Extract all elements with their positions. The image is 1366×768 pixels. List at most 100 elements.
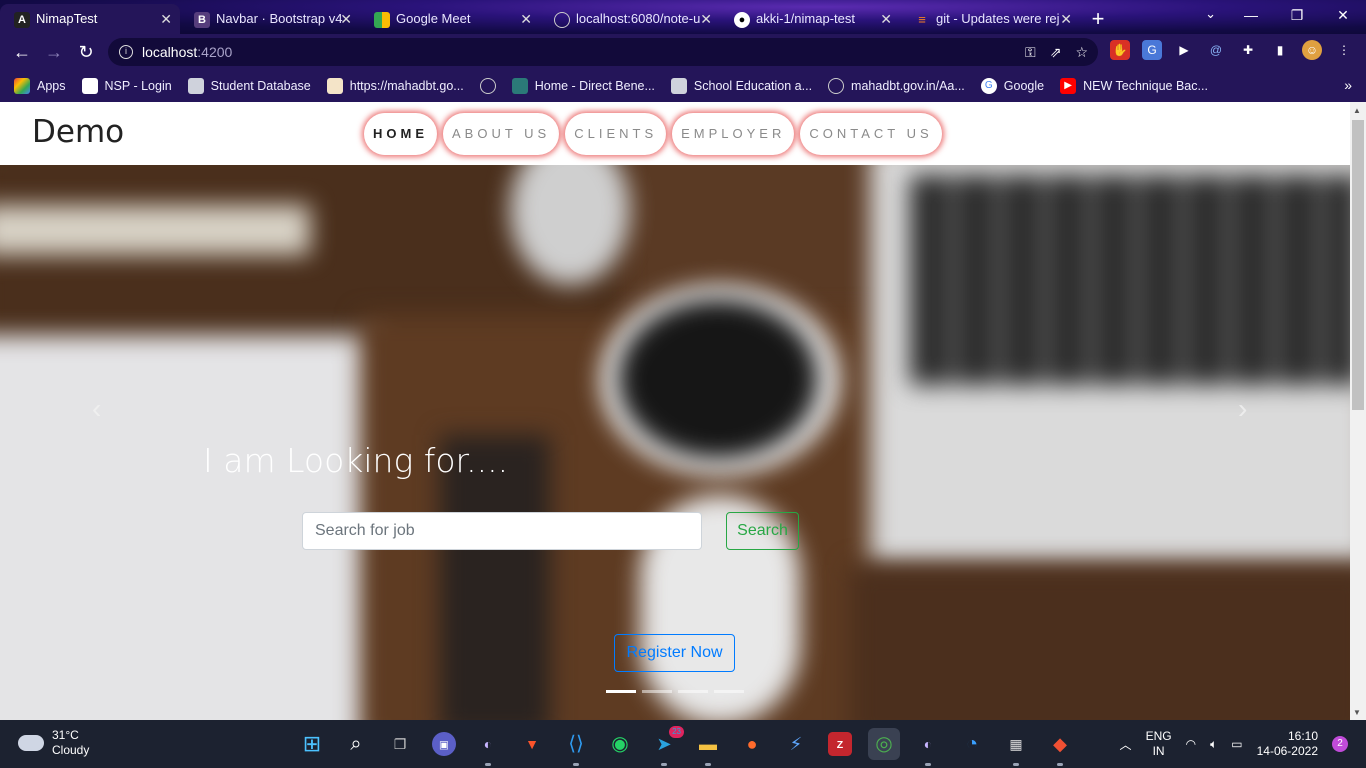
volume-icon[interactable]: 🔈︎ — [1210, 737, 1217, 752]
close-icon[interactable]: ✕ — [1060, 4, 1072, 34]
bookmark-school-education[interactable]: School Education a... — [670, 78, 812, 94]
bookmark-globe[interactable] — [479, 78, 496, 94]
scroll-down-icon[interactable]: ▼ — [1353, 708, 1361, 717]
extension-icon[interactable]: @ — [1206, 40, 1226, 60]
clock[interactable]: 16:10 14-06-2022 — [1257, 729, 1318, 759]
close-window-icon[interactable]: ✕ — [1320, 0, 1366, 34]
nav-contact-us[interactable]: CONTACT US — [800, 113, 942, 155]
play-icon[interactable]: ▶ — [1174, 40, 1194, 60]
new-tab-button[interactable]: + — [1080, 4, 1116, 34]
nav-about-us[interactable]: ABOUT US — [443, 113, 560, 155]
reload-icon[interactable]: ↻ — [70, 42, 102, 63]
carousel-indicator[interactable] — [678, 690, 708, 693]
share-icon[interactable]: ⇗ — [1050, 38, 1062, 66]
postman-icon[interactable]: ● — [736, 728, 768, 760]
meet-icon — [374, 12, 390, 28]
bookmark-direct-benefit[interactable]: Home - Direct Bene... — [511, 78, 655, 94]
avatar[interactable]: ☺ — [1302, 40, 1322, 60]
close-icon[interactable]: ✕ — [340, 4, 352, 34]
close-icon[interactable]: ✕ — [880, 4, 892, 34]
scrollbar-thumb[interactable] — [1352, 120, 1364, 410]
bookmark-mahadbt-aa[interactable]: mahadbt.gov.in/Aa... — [828, 78, 965, 94]
carousel-next-icon[interactable]: › — [1238, 393, 1247, 425]
bookmarks-bar: Apps NSP - Login Student Database https:… — [0, 70, 1366, 102]
tab-navbar-bootstrap[interactable]: B Navbar · Bootstrap v4 ✕ — [180, 4, 360, 34]
bookmark-student-database[interactable]: Student Database — [187, 78, 311, 94]
file-explorer-icon[interactable]: ▬ — [692, 728, 724, 766]
adblock-icon[interactable]: ✋ — [1110, 40, 1130, 60]
search-icon[interactable]: ⌕ — [340, 728, 372, 760]
close-icon[interactable]: ✕ — [520, 4, 532, 34]
bookmark-google[interactable]: G Google — [980, 78, 1044, 94]
tab-search-icon[interactable]: ⌄ — [1205, 6, 1216, 22]
close-icon[interactable]: ✕ — [700, 4, 712, 34]
hero-headline: I am Looking for.... — [203, 441, 509, 480]
weather-widget[interactable]: 31°C Cloudy — [18, 728, 89, 758]
globe-icon — [554, 12, 570, 28]
tab-github[interactable]: ● akki-1/nimap-test ✕ — [720, 4, 900, 34]
battery-icon[interactable]: ▭ — [1231, 737, 1242, 751]
brand-logo[interactable]: Demo — [32, 114, 124, 150]
git-icon[interactable]: ◆ — [1044, 728, 1076, 766]
filezilla-icon[interactable]: Z — [828, 732, 852, 756]
tab-localhost-6080[interactable]: localhost:6080/note-u ✕ — [540, 4, 720, 34]
job-search-input[interactable] — [302, 512, 702, 550]
minimize-icon[interactable]: — — [1228, 0, 1274, 34]
chrome-icon[interactable]: ◎ — [868, 728, 900, 760]
windows-start-icon[interactable]: ⊞ — [296, 728, 328, 760]
page-scrollbar[interactable]: ▲ ▼ — [1350, 102, 1366, 720]
whatsapp-icon[interactable]: ◉ — [604, 728, 636, 760]
nav-employer[interactable]: EMPLOYER — [672, 113, 795, 155]
back-icon[interactable]: ← — [6, 42, 38, 63]
coffee-image — [618, 299, 818, 459]
site-info-icon[interactable]: i — [119, 45, 133, 59]
language-indicator[interactable]: ENG IN — [1146, 729, 1172, 759]
nav-home[interactable]: HOME — [364, 113, 437, 155]
tab-title: git - Updates were rej — [936, 11, 1060, 26]
telegram-icon[interactable]: ➤ 23 — [648, 726, 684, 766]
carousel-indicator[interactable] — [642, 690, 672, 693]
carousel-indicator[interactable] — [606, 690, 636, 693]
edge-icon[interactable]: ◔ — [956, 728, 988, 760]
tab-nimaptest[interactable]: A NimapTest ✕ — [0, 4, 180, 34]
vscode-icon[interactable]: ⟨⟩ — [560, 728, 592, 766]
carousel-prev-icon[interactable]: ‹ — [92, 393, 101, 425]
wifi-icon[interactable]: ◠ — [1186, 737, 1196, 751]
scroll-up-icon[interactable]: ▲ — [1353, 106, 1361, 115]
taskbar: 31°C Cloudy ⊞ ⌕ ❐ ▣ ◐ ▼ ⟨⟩ ◉ ➤ 23 ▬ ● ⚡ Z… — [0, 720, 1366, 768]
calendar-icon[interactable]: ▦ — [1000, 728, 1032, 766]
carousel-indicator[interactable] — [714, 690, 744, 693]
chevron-right-icon[interactable]: » — [1344, 77, 1352, 93]
bookmark-youtube[interactable]: ▶ NEW Technique Bac... — [1060, 78, 1208, 94]
bookmark-nsp-login[interactable]: NSP - Login — [81, 78, 172, 94]
nav-clients[interactable]: CLIENTS — [565, 113, 667, 155]
translate-icon[interactable]: G — [1142, 40, 1162, 60]
eclipse-icon-2[interactable]: ◐ — [912, 728, 944, 766]
puzzle-icon[interactable]: ✚ — [1238, 40, 1258, 60]
window-controls: — ❐ ✕ — [1228, 0, 1366, 34]
globe-icon — [479, 78, 496, 94]
forward-icon[interactable]: → — [38, 42, 70, 63]
close-icon[interactable]: ✕ — [160, 4, 172, 34]
register-now-button[interactable]: Register Now — [614, 634, 735, 672]
image-icon — [326, 78, 343, 94]
desk-corner — [850, 565, 1350, 720]
star-icon[interactable]: ☆ — [1075, 38, 1088, 66]
task-view-icon[interactable]: ❐ — [384, 728, 416, 760]
bookmark-mahadbt[interactable]: https://mahadbt.go... — [326, 78, 464, 94]
chevron-up-icon[interactable]: ︿ — [1120, 736, 1132, 753]
notification-badge[interactable]: 2 — [1332, 736, 1348, 752]
chat-icon[interactable]: ▣ — [432, 732, 456, 756]
eclipse-icon[interactable]: ◐ — [472, 728, 504, 766]
tab-stackoverflow[interactable]: ≡ git - Updates were rej ✕ — [900, 4, 1080, 34]
key-icon[interactable]: ⚿ — [1025, 38, 1036, 66]
search-button[interactable]: Search — [726, 512, 799, 550]
bookmark-apps[interactable]: Apps — [14, 78, 66, 94]
url-bar[interactable]: i localhost:4200 ⚿ ⇗ ☆ — [108, 38, 1098, 66]
menu-icon[interactable]: ⋮ — [1334, 40, 1354, 60]
brave-icon[interactable]: ▼ — [516, 728, 548, 760]
bolt-icon[interactable]: ⚡ — [780, 728, 812, 760]
restore-icon[interactable]: ❐ — [1274, 0, 1320, 34]
side-panel-icon[interactable]: ▮ — [1270, 40, 1290, 60]
tab-google-meet[interactable]: Google Meet ✕ — [360, 4, 540, 34]
